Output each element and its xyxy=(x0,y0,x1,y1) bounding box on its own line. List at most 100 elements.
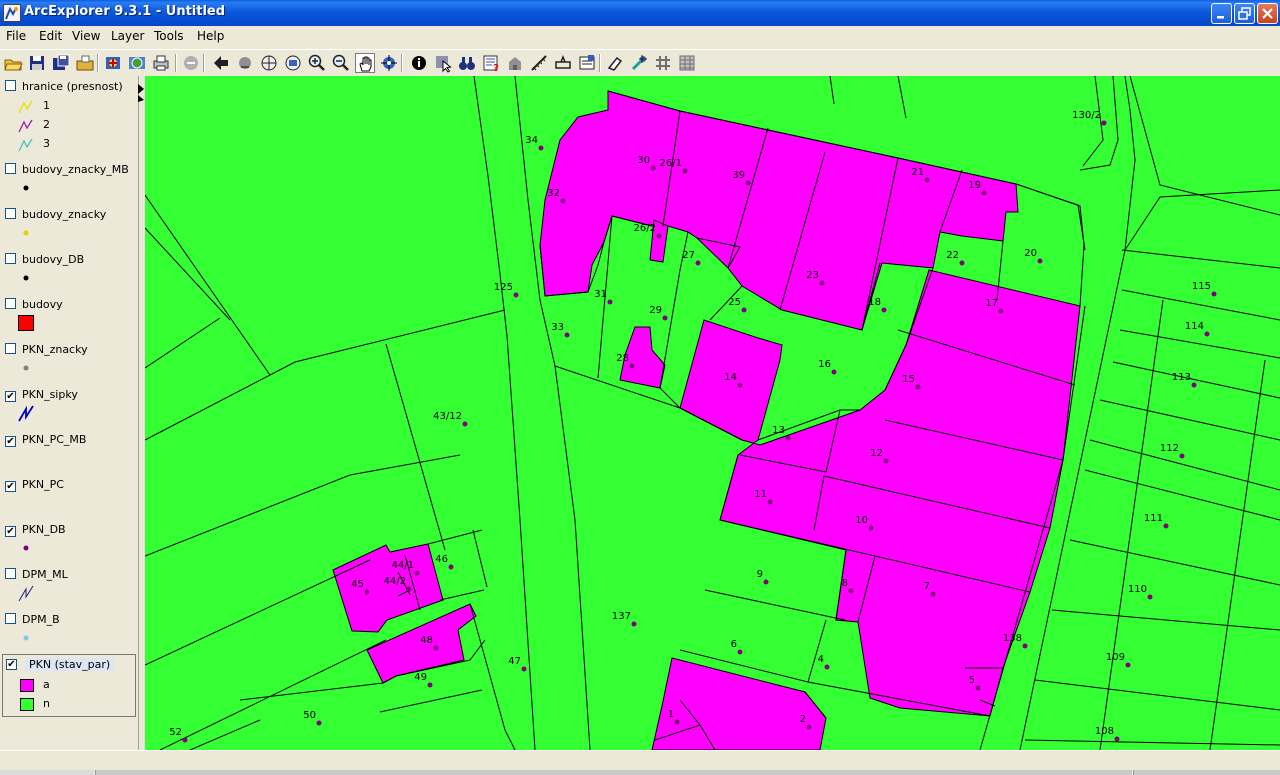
parcel-point xyxy=(513,292,519,298)
layer-budovy-znacky-mb[interactable]: budovy_znacky_MB xyxy=(5,163,129,176)
menu-tools[interactable]: Tools xyxy=(154,29,184,43)
layer-checkbox[interactable] xyxy=(5,80,16,91)
parcel-point xyxy=(741,307,747,313)
layer-budovy-znacky[interactable]: budovy_znacky xyxy=(5,208,106,221)
add-data-icon[interactable] xyxy=(103,53,123,73)
active-layer-group: ✔ PKN (stav_par) a n xyxy=(2,654,136,717)
layer-pkn-pc[interactable]: ✔ PKN_PC xyxy=(5,478,64,492)
hyperlink-icon[interactable] xyxy=(629,53,649,73)
parcel-number-label: 28 xyxy=(616,353,629,364)
layer-checkbox[interactable] xyxy=(5,208,16,219)
maximize-button[interactable] xyxy=(1234,3,1255,24)
minimize-button[interactable] xyxy=(1211,3,1232,24)
layer-budovy[interactable]: budovy xyxy=(5,298,63,311)
layer-checkbox[interactable]: ✔ xyxy=(5,436,16,447)
point-symbol-icon xyxy=(18,180,34,200)
parcel-point xyxy=(763,579,769,585)
app-icon xyxy=(3,4,21,22)
pan-hand-icon[interactable] xyxy=(355,53,375,73)
parcel-number-label: 26/1 xyxy=(660,158,682,169)
parcel-point xyxy=(414,570,420,576)
class-label: 1 xyxy=(43,99,50,112)
zoom-out-icon[interactable] xyxy=(331,53,351,73)
layer-pkn-pc-mb[interactable]: ✔ PKN_PC_MB xyxy=(5,433,86,447)
class-a-label: a xyxy=(43,678,50,691)
parcel-number-label: 15 xyxy=(902,374,915,385)
parcel-number-label: 11 xyxy=(754,489,767,500)
layer-dpm-ml[interactable]: DPM_ML xyxy=(5,568,68,581)
parcel-point xyxy=(831,369,837,375)
layer-checkbox[interactable] xyxy=(5,253,16,264)
parcel-number-label: 7 xyxy=(924,581,930,592)
layer-checkbox[interactable]: ✔ xyxy=(5,481,16,492)
class-n-label: n xyxy=(43,697,50,710)
open-folder-icon[interactable] xyxy=(75,53,95,73)
parcel-point xyxy=(462,421,468,427)
layer-checkbox[interactable] xyxy=(5,613,16,624)
active-layer-name[interactable]: PKN (stav_par) xyxy=(25,658,115,671)
save-as-icon[interactable] xyxy=(51,53,71,73)
parcel-point xyxy=(560,198,566,204)
parcel-number-label: 46 xyxy=(435,554,448,565)
line-symbol-icon xyxy=(18,118,34,137)
layer-pkn-db[interactable]: ✔ PKN_DB xyxy=(5,523,66,537)
class-label: 2 xyxy=(43,118,50,131)
layer-hranice-presnost[interactable]: hranice (presnost) xyxy=(5,80,123,93)
full-extent-icon[interactable] xyxy=(259,53,279,73)
buffer-icon[interactable] xyxy=(553,53,573,73)
parcel-point xyxy=(1101,120,1107,126)
parcel-point xyxy=(1114,736,1120,742)
print-icon[interactable] xyxy=(151,53,171,73)
layer-checkbox[interactable] xyxy=(5,343,16,354)
properties-icon[interactable] xyxy=(577,53,597,73)
zoom-in-icon[interactable] xyxy=(307,53,327,73)
close-button[interactable] xyxy=(1257,3,1278,24)
open-icon[interactable] xyxy=(3,53,23,73)
layer-checkbox[interactable]: ✔ xyxy=(5,526,16,537)
add-internet-data-icon[interactable] xyxy=(127,53,147,73)
stop-icon[interactable] xyxy=(181,53,201,73)
parcel-point xyxy=(521,666,527,672)
parcel-number-label: 34 xyxy=(525,135,538,146)
menu-help[interactable]: Help xyxy=(197,29,224,43)
layer-pkn-znacky[interactable]: PKN_znacky xyxy=(5,343,88,356)
line-symbol-icon xyxy=(18,405,34,427)
select-icon[interactable] xyxy=(433,53,453,73)
menu-layer[interactable]: Layer xyxy=(111,29,144,43)
layer-dpm-b[interactable]: DPM_B xyxy=(5,613,60,626)
map-view[interactable]: 34 30 26/1 39 21 19 130/2 32 26/2 27 20 22 23 125 31 25… xyxy=(145,76,1280,750)
table-icon[interactable] xyxy=(677,53,697,73)
menu-edit[interactable]: Edit xyxy=(39,29,62,43)
measure-icon[interactable] xyxy=(529,53,549,73)
parcel-number-label: 19 xyxy=(968,180,981,191)
continuous-pan-icon[interactable] xyxy=(379,53,399,73)
status-segment xyxy=(0,770,94,775)
back-extent-icon[interactable] xyxy=(211,53,231,73)
layer-budovy-db[interactable]: budovy_DB xyxy=(5,253,84,266)
layer-checkbox-pkn-stav-par[interactable]: ✔ xyxy=(6,659,17,670)
menu-file[interactable]: File xyxy=(6,29,26,43)
forward-extent-icon[interactable] xyxy=(235,53,255,73)
graticule-icon[interactable] xyxy=(653,53,673,73)
parcel-point xyxy=(1179,453,1185,459)
parcel-number-label: 8 xyxy=(842,578,848,589)
find-binoculars-icon[interactable] xyxy=(457,53,477,73)
layer-checkbox[interactable] xyxy=(5,568,16,579)
clear-selection-icon[interactable] xyxy=(605,53,625,73)
zoom-layer-icon[interactable] xyxy=(283,53,303,73)
layer-name: PKN_PC xyxy=(22,478,64,491)
collapse-arrow-icon[interactable] xyxy=(137,80,145,102)
point-symbol-icon xyxy=(18,225,34,245)
layer-checkbox[interactable] xyxy=(5,163,16,174)
locate-address-icon[interactable] xyxy=(505,53,525,73)
parcel-number-label: 23 xyxy=(806,270,819,281)
layer-checkbox[interactable] xyxy=(5,298,16,309)
layer-checkbox[interactable]: ✔ xyxy=(5,391,16,402)
parcel-number-label: 33 xyxy=(551,322,564,333)
query-icon[interactable]: ? xyxy=(481,53,501,74)
save-icon[interactable] xyxy=(27,53,47,73)
layer-pkn-sipky[interactable]: ✔ PKN_sipky xyxy=(5,388,78,402)
parcel-number-label: 44/1 xyxy=(392,560,414,571)
identify-icon[interactable] xyxy=(409,53,429,73)
menu-view[interactable]: View xyxy=(72,29,100,43)
